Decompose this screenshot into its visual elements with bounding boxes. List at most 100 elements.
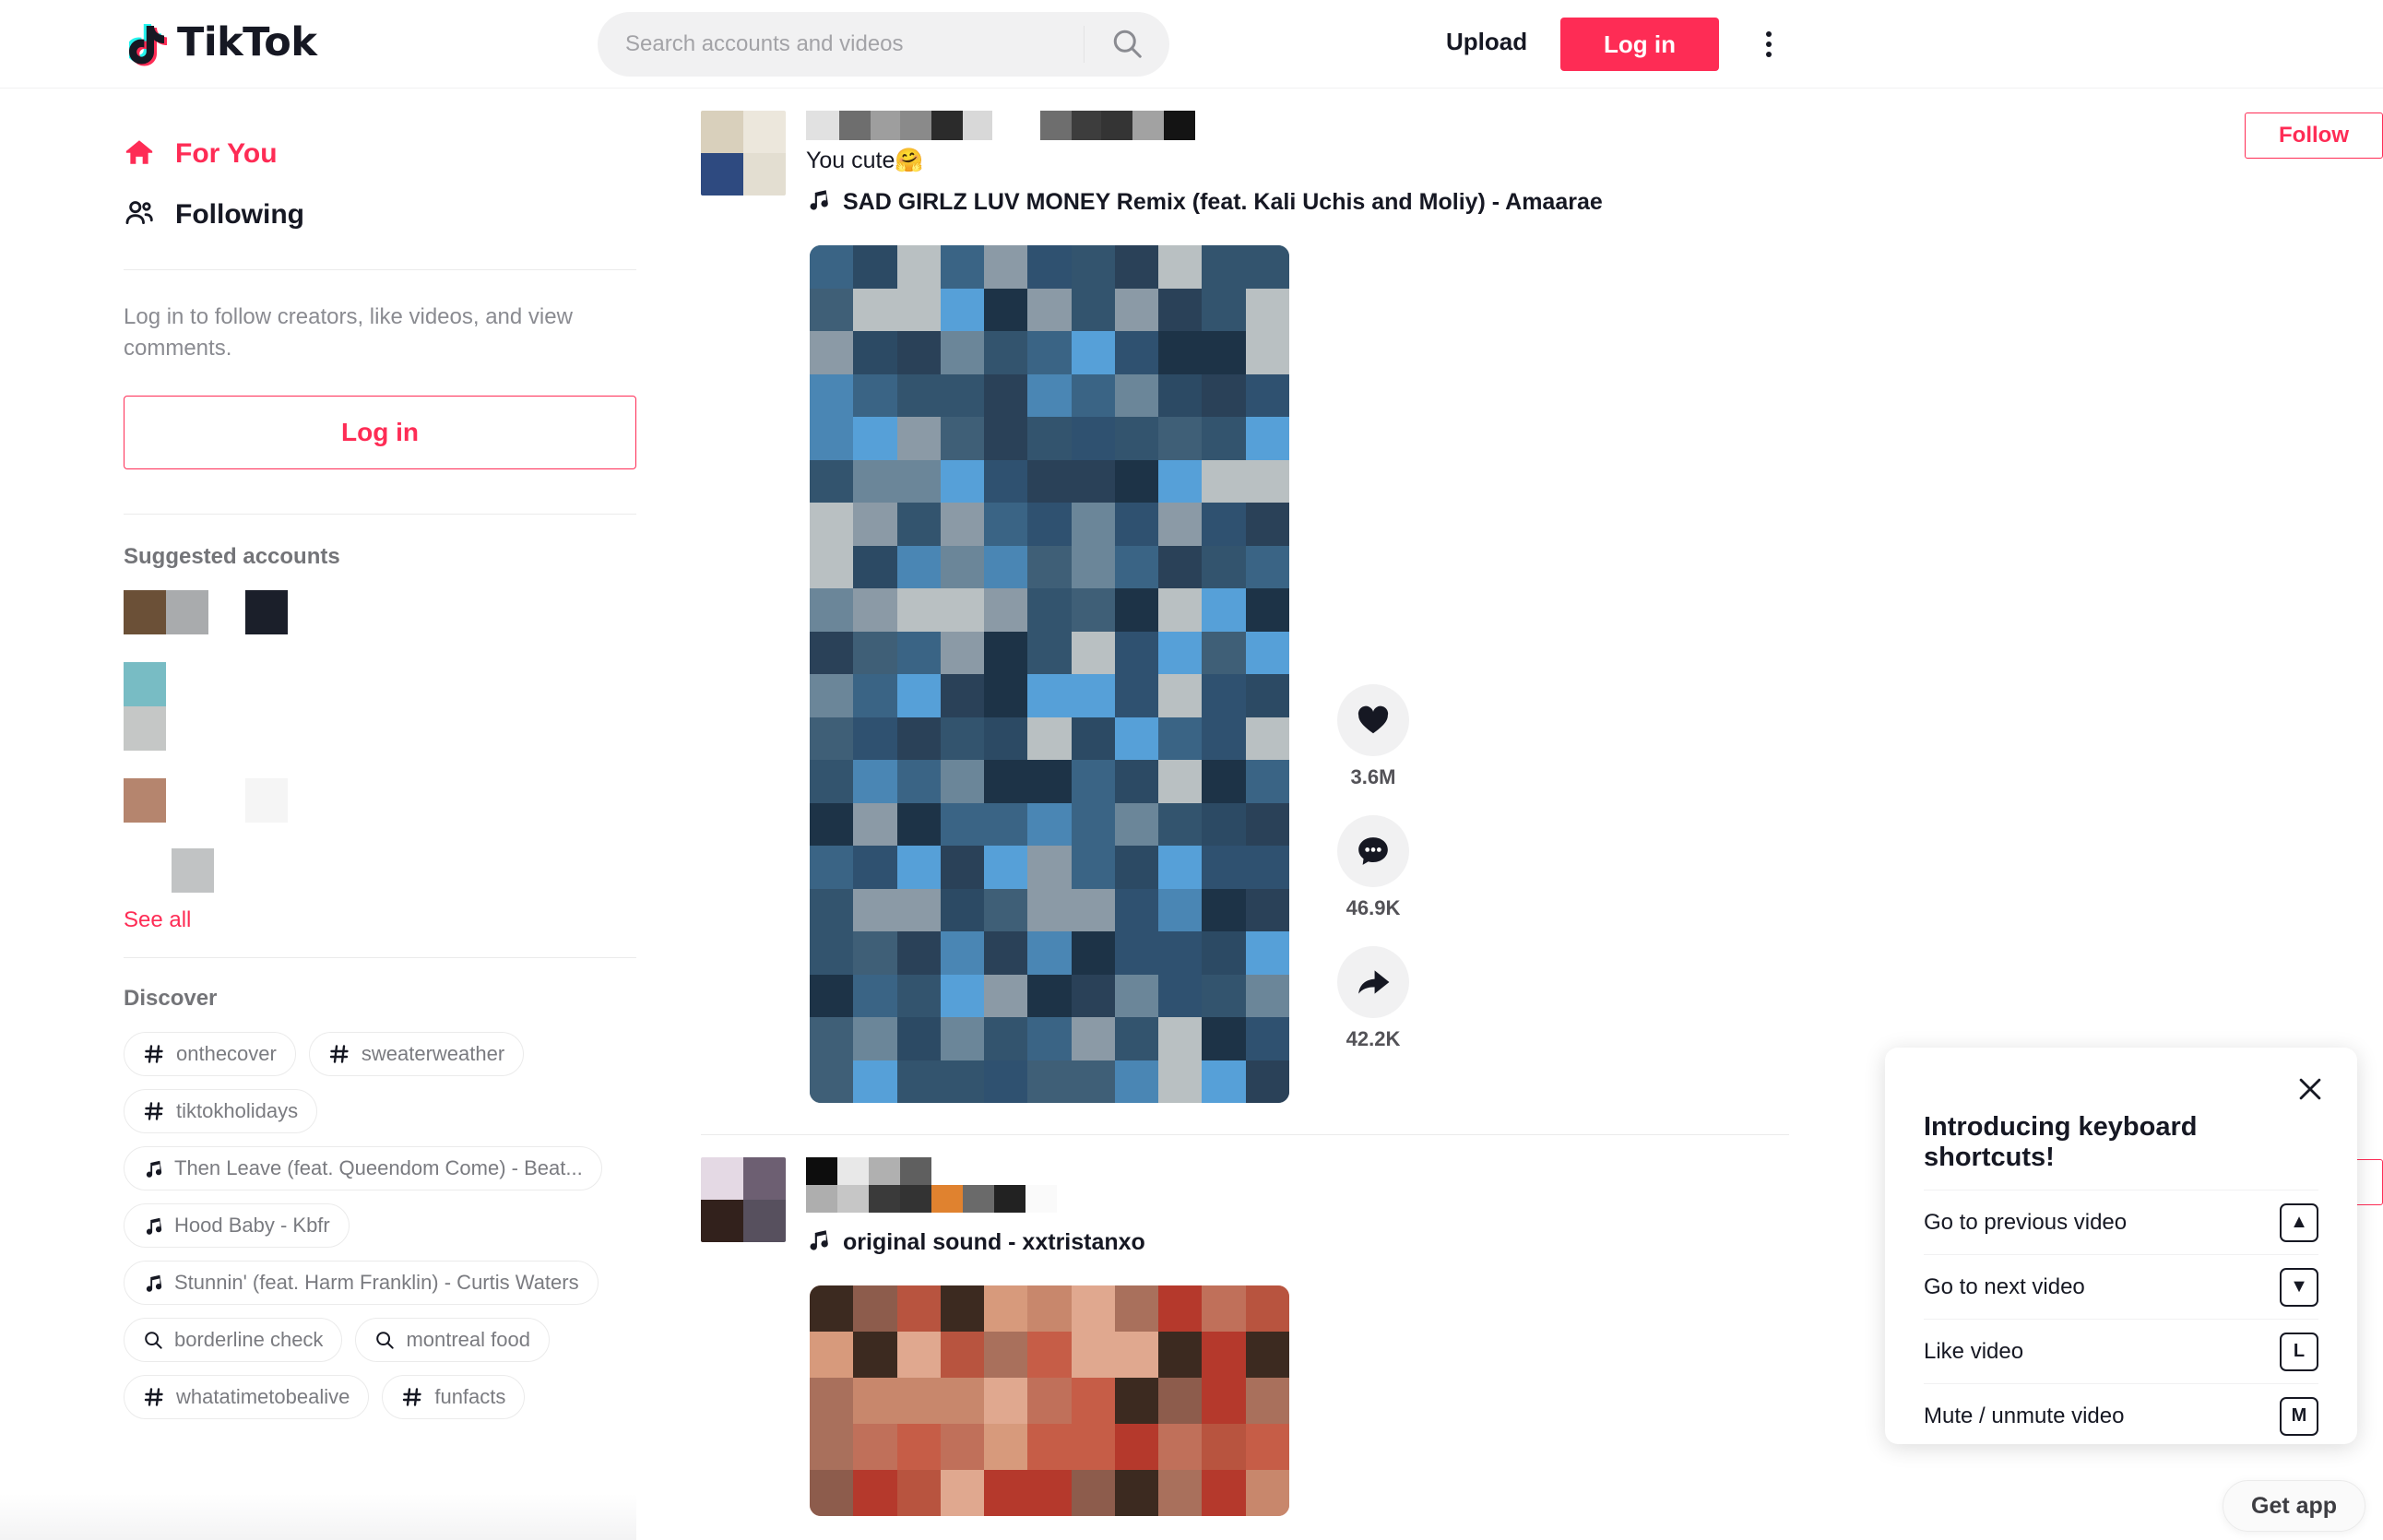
comment-count: 46.9K	[1346, 896, 1401, 919]
search-icon	[374, 1330, 395, 1350]
login-prompt-text: Log in to follow creators, like videos, …	[124, 304, 573, 361]
sidebar-divider-2	[124, 514, 636, 515]
music-note-icon	[143, 1273, 163, 1293]
discover-tag-label: Then Leave (feat. Queendom Come) - Beat.…	[174, 1156, 583, 1180]
heart-icon[interactable]	[1337, 684, 1409, 756]
post-body: You cute🤗 SAD GIRLZ LUV MONEY Remix (fea…	[806, 111, 2383, 218]
list-item[interactable]	[124, 848, 636, 894]
redacted-block	[245, 590, 288, 635]
discover-tag-tiktokholidays[interactable]: tiktokholidays	[124, 1089, 318, 1134]
hashtag-icon	[143, 1386, 165, 1408]
discover-title: Discover	[124, 986, 218, 1012]
discover-tag-hood-baby-kbfr[interactable]: Hood Baby - Kbfr	[124, 1203, 350, 1249]
discover-tag-label: montreal food	[406, 1328, 530, 1352]
discover-tag-funfacts[interactable]: funfacts	[382, 1375, 526, 1420]
discover-tag-whatatimetobealive[interactable]: whatatimetobealive	[124, 1375, 370, 1420]
shortcut-label: Go to previous video	[1924, 1209, 2128, 1235]
app-header: TikTok Upload Log in	[0, 0, 2383, 89]
search-icon	[1110, 27, 1144, 63]
video-zone: 3.6M 46.9K 42.2K	[810, 245, 2383, 1103]
shortcut-label: Mute / unmute video	[1924, 1403, 2125, 1428]
search-bar[interactable]	[598, 12, 1169, 77]
share-icon[interactable]	[1337, 946, 1409, 1018]
header-login-button[interactable]: Log in	[1560, 18, 1719, 71]
search-icon	[143, 1330, 163, 1350]
sidebar-item-following[interactable]: Following	[124, 184, 636, 245]
close-icon[interactable]	[2294, 1073, 2326, 1105]
shortcut-key-badge: ▼	[2280, 1267, 2318, 1307]
music-note-icon	[806, 187, 830, 218]
sidebar-item-label: Following	[175, 199, 304, 230]
keyboard-shortcuts-panel: Introducing keyboard shortcuts! Go to pr…	[1885, 1048, 2357, 1444]
post-caption: You cute🤗	[806, 148, 924, 173]
sidebar-login-button[interactable]: Log in	[124, 396, 636, 470]
redacted-block	[124, 706, 166, 752]
list-item[interactable]	[124, 590, 636, 635]
discover-tag-list: onthecover sweaterweather tiktokholidays Th…	[124, 1032, 636, 1420]
brand-name: TikTok	[177, 19, 317, 65]
kebab-menu-icon[interactable]	[1750, 26, 1787, 63]
share-count: 42.2K	[1346, 1027, 1401, 1050]
search-button[interactable]	[1085, 12, 1169, 77]
post-music[interactable]: SAD GIRLZ LUV MONEY Remix (feat. Kali Uc…	[806, 187, 1618, 218]
shortcut-label: Like video	[1924, 1338, 2024, 1364]
people-icon	[124, 197, 155, 233]
follow-button[interactable]: Follow	[2245, 113, 2383, 159]
post-header: You cute🤗 SAD GIRLZ LUV MONEY Remix (fea…	[701, 111, 2383, 218]
avatar[interactable]	[701, 1157, 786, 1242]
post-music[interactable]: original sound - xxtristanxo	[806, 1227, 1618, 1258]
upload-link[interactable]: Upload	[1446, 28, 1527, 56]
shortcut-rows: Go to previous video ▲ Go to next video ▼ Li…	[1924, 1190, 2318, 1448]
music-note-icon	[806, 1227, 830, 1258]
sidebar-divider-1	[124, 269, 636, 270]
video-actions: 3.6M 46.9K 42.2K	[1337, 684, 1409, 1103]
list-item[interactable]	[124, 778, 636, 823]
discover-tag-label: Stunnin' (feat. Harm Franklin) - Curtis …	[174, 1271, 579, 1295]
music-note-icon	[143, 1215, 163, 1236]
video-thumbnail[interactable]	[810, 245, 1289, 1103]
sidebar-item-for-you[interactable]: For You	[124, 124, 636, 184]
sidebar-divider-3	[124, 957, 636, 959]
shortcut-key-badge: ▲	[2280, 1202, 2318, 1242]
comment-action[interactable]: 46.9K	[1337, 815, 1409, 920]
suggested-accounts-title: Suggested accounts	[124, 544, 340, 570]
search-input[interactable]	[598, 12, 1084, 77]
discover-tag-montreal-food[interactable]: montreal food	[355, 1318, 550, 1363]
tiktok-logo[interactable]: TikTok	[126, 18, 317, 66]
discover-tag-sweaterweather[interactable]: sweaterweather	[308, 1032, 525, 1077]
list-item[interactable]	[124, 662, 636, 752]
discover-tag-label: Hood Baby - Kbfr	[174, 1214, 330, 1238]
post-music-label: original sound - xxtristanxo	[843, 1229, 1145, 1255]
discover-tag-label: borderline check	[174, 1328, 324, 1352]
username-redacted[interactable]	[806, 111, 2383, 140]
like-action[interactable]: 3.6M	[1337, 684, 1409, 789]
discover-tag-onthecover[interactable]: onthecover	[124, 1032, 296, 1077]
sidebar-item-label: For You	[175, 138, 278, 169]
redacted-block	[208, 590, 245, 634]
discover-tag-then-leave-feat-queendom-come-beat[interactable]: Then Leave (feat. Queendom Come) - Beat.…	[124, 1146, 602, 1191]
feed-post: You cute🤗 SAD GIRLZ LUV MONEY Remix (fea…	[636, 89, 2383, 1103]
shortcut-row: Go to next video ▼	[1924, 1254, 2318, 1319]
see-all-link[interactable]: See all	[124, 907, 636, 933]
redacted-block	[166, 590, 208, 635]
shortcut-row: Go to previous video ▲	[1924, 1190, 2318, 1254]
suggested-accounts-list	[124, 590, 636, 894]
redacted-block	[124, 662, 166, 707]
redacted-block	[124, 778, 166, 823]
shortcut-label: Go to next video	[1924, 1273, 2085, 1299]
share-action[interactable]: 42.2K	[1337, 946, 1409, 1051]
panel-title: Introducing keyboard shortcuts!	[1924, 1112, 2198, 1172]
discover-tag-borderline-check[interactable]: borderline check	[124, 1318, 343, 1363]
hashtag-icon	[143, 1043, 165, 1065]
discover-tag-stunnin-feat-harm-franklin-curtis-waters[interactable]: Stunnin' (feat. Harm Franklin) - Curtis …	[124, 1261, 599, 1306]
sidebar-bottom-fade	[0, 1494, 636, 1540]
comment-icon[interactable]	[1337, 815, 1409, 887]
avatar[interactable]	[701, 111, 786, 195]
get-app-button[interactable]: Get app	[2223, 1480, 2366, 1532]
discover-tag-label: sweaterweather	[361, 1042, 505, 1066]
redacted-block	[124, 590, 166, 635]
discover-tag-label: whatatimetobealive	[176, 1385, 350, 1409]
hashtag-icon	[143, 1100, 165, 1122]
video-thumbnail[interactable]	[810, 1285, 1289, 1516]
tiktok-note-icon	[126, 18, 172, 66]
